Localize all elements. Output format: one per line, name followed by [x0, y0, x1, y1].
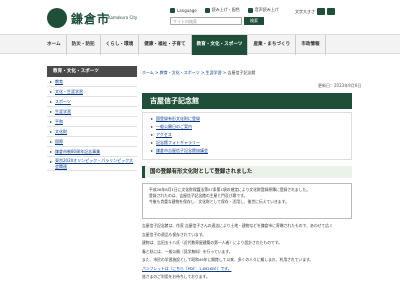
notice-box: 平成28年8月1日に文化財保護法第57条第1項の規定により文化財登録原簿に登録さ…	[142, 183, 352, 219]
breadcrumb-current: 吉屋信子記念館	[227, 70, 256, 75]
pamphlet-link[interactable]: パンフレットは（こちら（PDF：1,892KB））です。	[142, 266, 352, 273]
section-heading: 国の登録有形文化財として登録されました	[142, 166, 352, 178]
sidebar: 教育・文化・スポーツ 教育 文化・生涯学習 スポーツ 生涯学習 平和 文化財 国…	[47, 66, 137, 171]
toc-link[interactable]: アクセス	[151, 131, 343, 139]
nav-item[interactable]: 防災・防犯	[67, 35, 101, 55]
sidebar-item[interactable]: 鎌倉市制80周年記念事業	[47, 147, 137, 157]
toc-link[interactable]: 一般公開日のご案内	[151, 123, 343, 131]
nav-item[interactable]: くらし・環境	[101, 35, 140, 55]
font-smaller-button[interactable]	[327, 8, 335, 15]
table-of-contents: 国登録有形文化財に登録 一般公開日のご案内 アクセス 記念館フォトギャラリー 鎌…	[142, 112, 352, 160]
nav-item-active[interactable]: 教育・文化・スポーツ	[191, 35, 249, 55]
site-title[interactable]: 鎌倉市	[71, 10, 110, 27]
audio-label: 音声読み上げ	[254, 7, 279, 12]
sidebar-item[interactable]: スポーツ	[47, 97, 137, 107]
font-size-control: 文字大きさ	[295, 8, 335, 15]
search-button[interactable]: 検索	[244, 17, 264, 25]
color-link[interactable]: 読み上げ・配色	[204, 7, 240, 13]
toc-link[interactable]: 記念館フォトギャラリー	[151, 139, 343, 147]
sidebar-item[interactable]: 文化・生涯学習	[47, 87, 137, 97]
speaker-icon	[247, 7, 253, 13]
sidebar-item[interactable]: 東京2020オリンピック・パラリンピック大会関連	[47, 157, 137, 171]
nav-item[interactable]: ホーム	[42, 35, 67, 55]
sidebar-item[interactable]: 平和	[47, 117, 137, 127]
notice-line: 今後も貴重な建物を保存し、文化財として保存・活用し、後世に伝えていきます。	[149, 199, 289, 204]
site-header: 鎌倉市 Kamakura City Language 読み上げ・配色 音声読み上…	[0, 0, 400, 34]
font-size-label: 文字大きさ	[295, 8, 315, 14]
body-line: 吉屋信子記念館は、作家 吉屋信子さんの遺志により土地・建物などを鎌倉市に寄贈され…	[142, 223, 333, 228]
body-line: 春と秋には、一般公開（見学無料）を行っています。	[142, 248, 233, 254]
language-label: Language	[177, 7, 197, 13]
body-line: また、市民の学習施設として昭和49年に開館して以来、多くの人々に親しまれ、利用さ…	[142, 257, 314, 262]
sidebar-heading: 教育・文化・スポーツ	[47, 66, 137, 77]
city-logo-icon[interactable]	[47, 8, 67, 28]
body-line: 皆さまのご利用をお待ちしております。	[142, 274, 210, 279]
toc-link[interactable]: 国登録有形文化財に登録	[151, 115, 343, 123]
nav-item[interactable]: 市政情報	[296, 35, 326, 55]
sidebar-item[interactable]: 教育	[47, 77, 137, 87]
palette-icon	[204, 7, 210, 13]
body-text: 吉屋信子記念館は、作家 吉屋信子さんの遺志により土地・建物などを鎌倉市に寄贈され…	[142, 223, 352, 283]
header-tools: Language 読み上げ・配色 音声読み上げ	[170, 7, 279, 13]
sidebar-item[interactable]: 生涯学習	[47, 107, 137, 117]
nav-item[interactable]: 産業・まちづくり	[248, 35, 297, 55]
nav-item[interactable]: 健康・福祉・子育て	[139, 35, 192, 55]
search-input[interactable]: サイト内検索	[170, 17, 242, 25]
breadcrumb: ホーム > 教育・文化・スポーツ > 生涯学習 > 吉屋信子記念館	[142, 70, 256, 75]
sidebar-item[interactable]: 文化財	[47, 127, 137, 137]
page-title: 吉屋信子記念館	[142, 93, 352, 109]
breadcrumb-link[interactable]: ホーム	[142, 70, 154, 75]
color-label: 読み上げ・配色	[211, 7, 240, 12]
body-line: 吉屋信子の遺品も保存されています。	[142, 231, 207, 237]
body-line: 建物は、吉田五十八氏（近代数寄屋建築の第一人者）により設計されたものです。	[142, 240, 283, 245]
toc-link[interactable]: 鎌倉市吉屋信子記念館協議会	[151, 147, 343, 155]
globe-icon	[170, 7, 175, 13]
site-subtitle: Kamakura City	[108, 15, 138, 20]
font-larger-button[interactable]	[317, 8, 325, 15]
global-nav: ホーム 防災・防犯 くらし・環境 健康・福祉・子育て 教育・文化・スポーツ 産業…	[0, 34, 400, 55]
language-link[interactable]: Language	[170, 7, 197, 13]
sidebar-item[interactable]: 国際	[47, 137, 137, 147]
breadcrumb-link[interactable]: 生涯学習	[206, 70, 222, 75]
audio-link[interactable]: 音声読み上げ	[247, 7, 279, 13]
breadcrumb-link[interactable]: 教育・文化・スポーツ	[160, 70, 200, 75]
updated-date: 更新日：2023年9月6日	[318, 83, 362, 88]
